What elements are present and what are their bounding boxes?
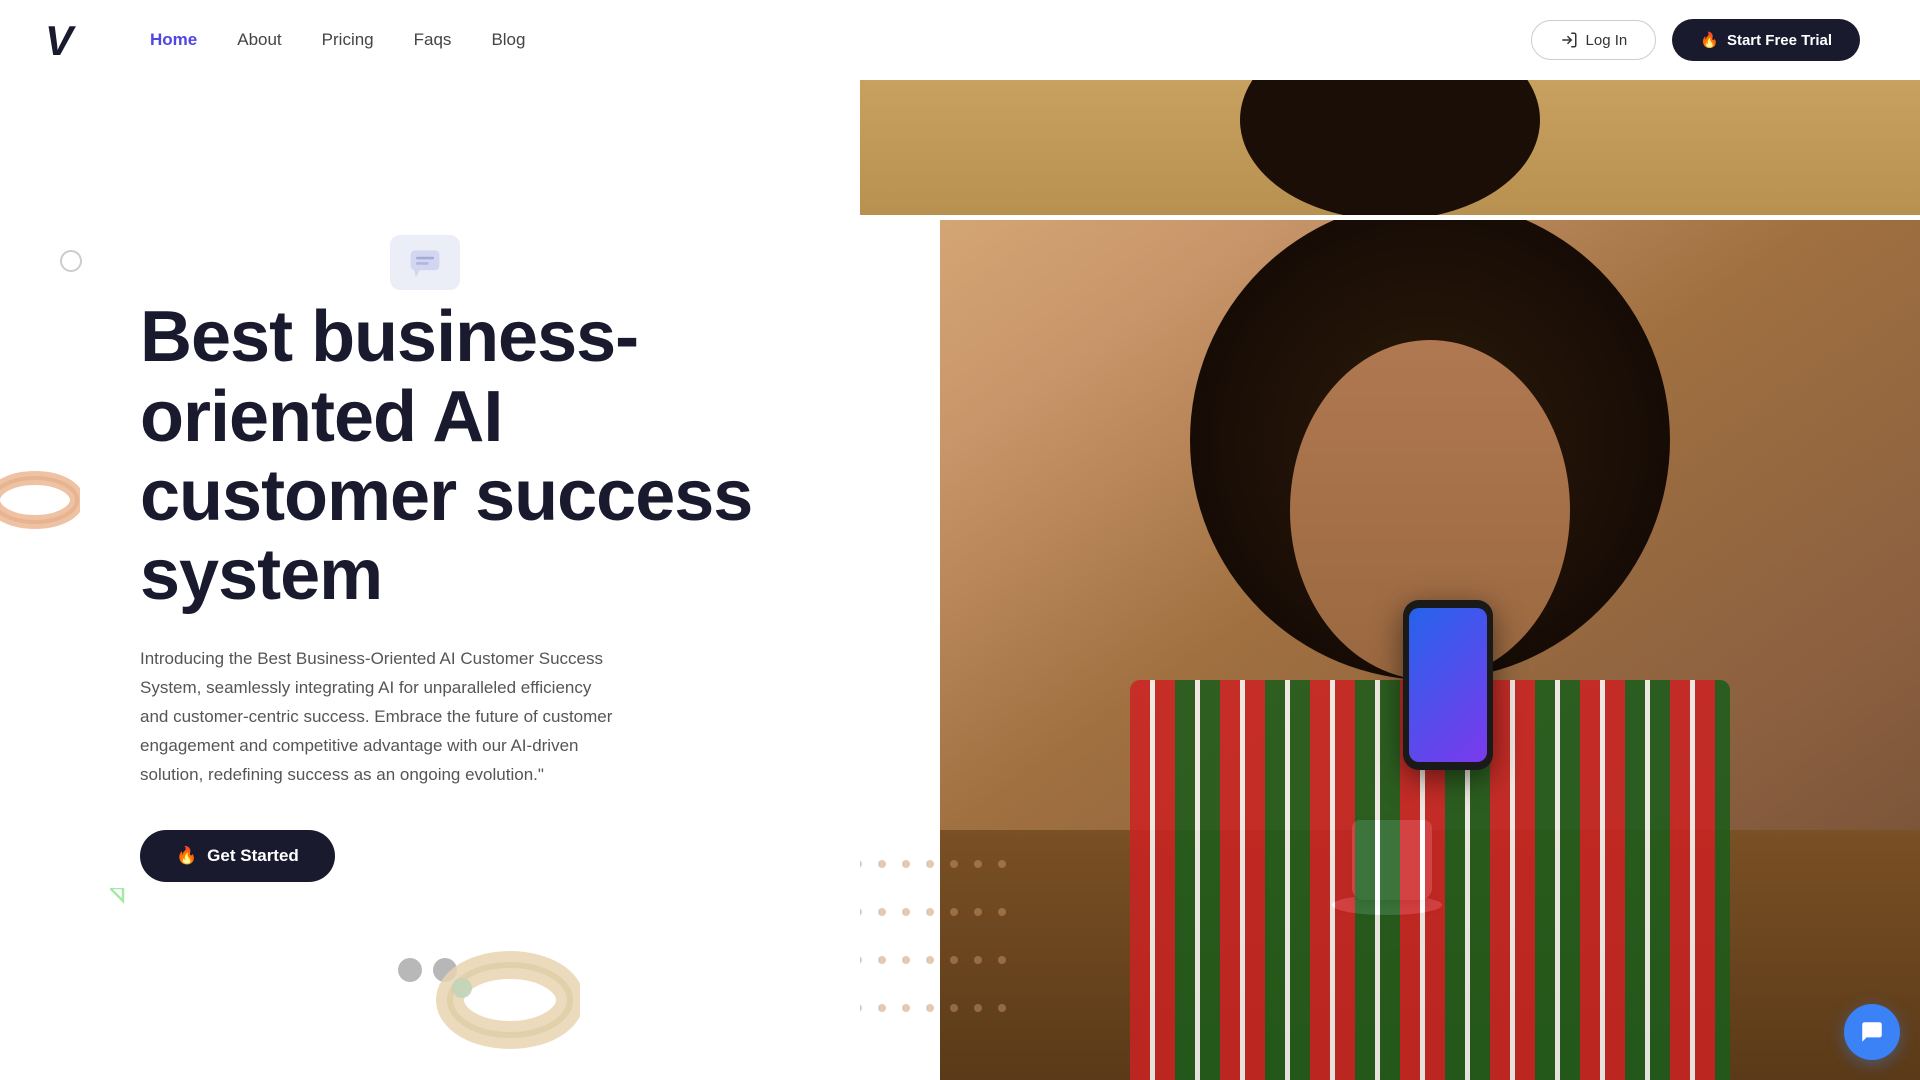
right-section <box>860 80 1920 1080</box>
hero-image-frame <box>940 220 1920 1080</box>
deco-torus-bottom <box>380 920 540 1020</box>
cta-label: Get Started <box>207 846 299 866</box>
nav-link-about[interactable]: About <box>237 30 281 49</box>
dot <box>878 1004 886 1012</box>
login-label: Log In <box>1586 32 1628 49</box>
dot <box>926 860 934 868</box>
dot <box>950 908 958 916</box>
top-hair-decoration <box>1240 80 1540 215</box>
nav-item-blog[interactable]: Blog <box>491 30 525 50</box>
nav-right: Log In 🔥 Start Free Trial <box>1531 19 1860 61</box>
dot <box>950 1004 958 1012</box>
chat-decoration-icon <box>407 245 443 281</box>
fire-icon: 🔥 <box>1700 31 1719 49</box>
logo-icon: V <box>40 15 90 65</box>
dots-pattern <box>860 860 1010 1040</box>
deco-arrow <box>110 888 136 920</box>
main-container: Best business-oriented AI customer succe… <box>0 0 1920 1080</box>
dot <box>926 956 934 964</box>
nav-link-faqs[interactable]: Faqs <box>414 30 452 49</box>
nav-left: V Home About Pricing Faqs Blog <box>40 15 525 65</box>
deco-ring-left <box>0 460 80 530</box>
hero-description: Introducing the Best Business-Oriented A… <box>140 645 620 789</box>
dot <box>950 860 958 868</box>
dot <box>860 956 862 964</box>
dot <box>998 1004 1006 1012</box>
dot <box>974 956 982 964</box>
phone-screen <box>1409 608 1487 762</box>
dot <box>902 956 910 964</box>
logo[interactable]: V <box>40 15 90 65</box>
torus-decoration <box>380 920 580 1050</box>
nav-links: Home About Pricing Faqs Blog <box>150 30 525 50</box>
trial-label: Start Free Trial <box>1727 32 1832 49</box>
nav-item-pricing[interactable]: Pricing <box>322 30 374 50</box>
dot <box>878 956 886 964</box>
dot <box>902 1004 910 1012</box>
chat-icon <box>1859 1019 1885 1045</box>
nav-item-home[interactable]: Home <box>150 30 197 50</box>
trial-button[interactable]: 🔥 Start Free Trial <box>1672 19 1860 61</box>
dot <box>926 1004 934 1012</box>
nav-link-pricing[interactable]: Pricing <box>322 30 374 49</box>
dot <box>974 860 982 868</box>
login-button[interactable]: Log In <box>1531 20 1657 60</box>
dot <box>926 908 934 916</box>
nav-link-home[interactable]: Home <box>150 30 197 49</box>
deco-circle <box>60 250 82 272</box>
dot <box>902 908 910 916</box>
deco-chat-icon <box>390 235 460 290</box>
chat-support-button[interactable] <box>1844 1004 1900 1060</box>
get-started-button[interactable]: 🔥 Get Started <box>140 830 335 882</box>
login-icon <box>1560 31 1578 49</box>
dot <box>878 860 886 868</box>
dot <box>998 908 1006 916</box>
top-section-image <box>860 80 1920 215</box>
ring-decoration <box>0 460 80 530</box>
hero-title: Best business-oriented AI customer succe… <box>140 298 800 615</box>
dot <box>950 956 958 964</box>
fire-icon-cta: 🔥 <box>176 846 197 866</box>
dot <box>860 860 862 868</box>
svg-text:V: V <box>45 17 76 64</box>
dot <box>860 1004 862 1012</box>
dot <box>998 860 1006 868</box>
phone-object <box>1403 600 1493 770</box>
nav-link-blog[interactable]: Blog <box>491 30 525 49</box>
dot <box>860 908 862 916</box>
dot <box>878 908 886 916</box>
dot <box>998 956 1006 964</box>
arrow-decoration-icon <box>110 888 136 914</box>
navbar: V Home About Pricing Faqs Blog Log In 🔥 … <box>0 0 1920 80</box>
nav-item-faqs[interactable]: Faqs <box>414 30 452 50</box>
dot <box>974 908 982 916</box>
dot <box>974 1004 982 1012</box>
left-section: Best business-oriented AI customer succe… <box>0 80 860 1080</box>
nav-item-about[interactable]: About <box>237 30 281 50</box>
dot <box>902 860 910 868</box>
